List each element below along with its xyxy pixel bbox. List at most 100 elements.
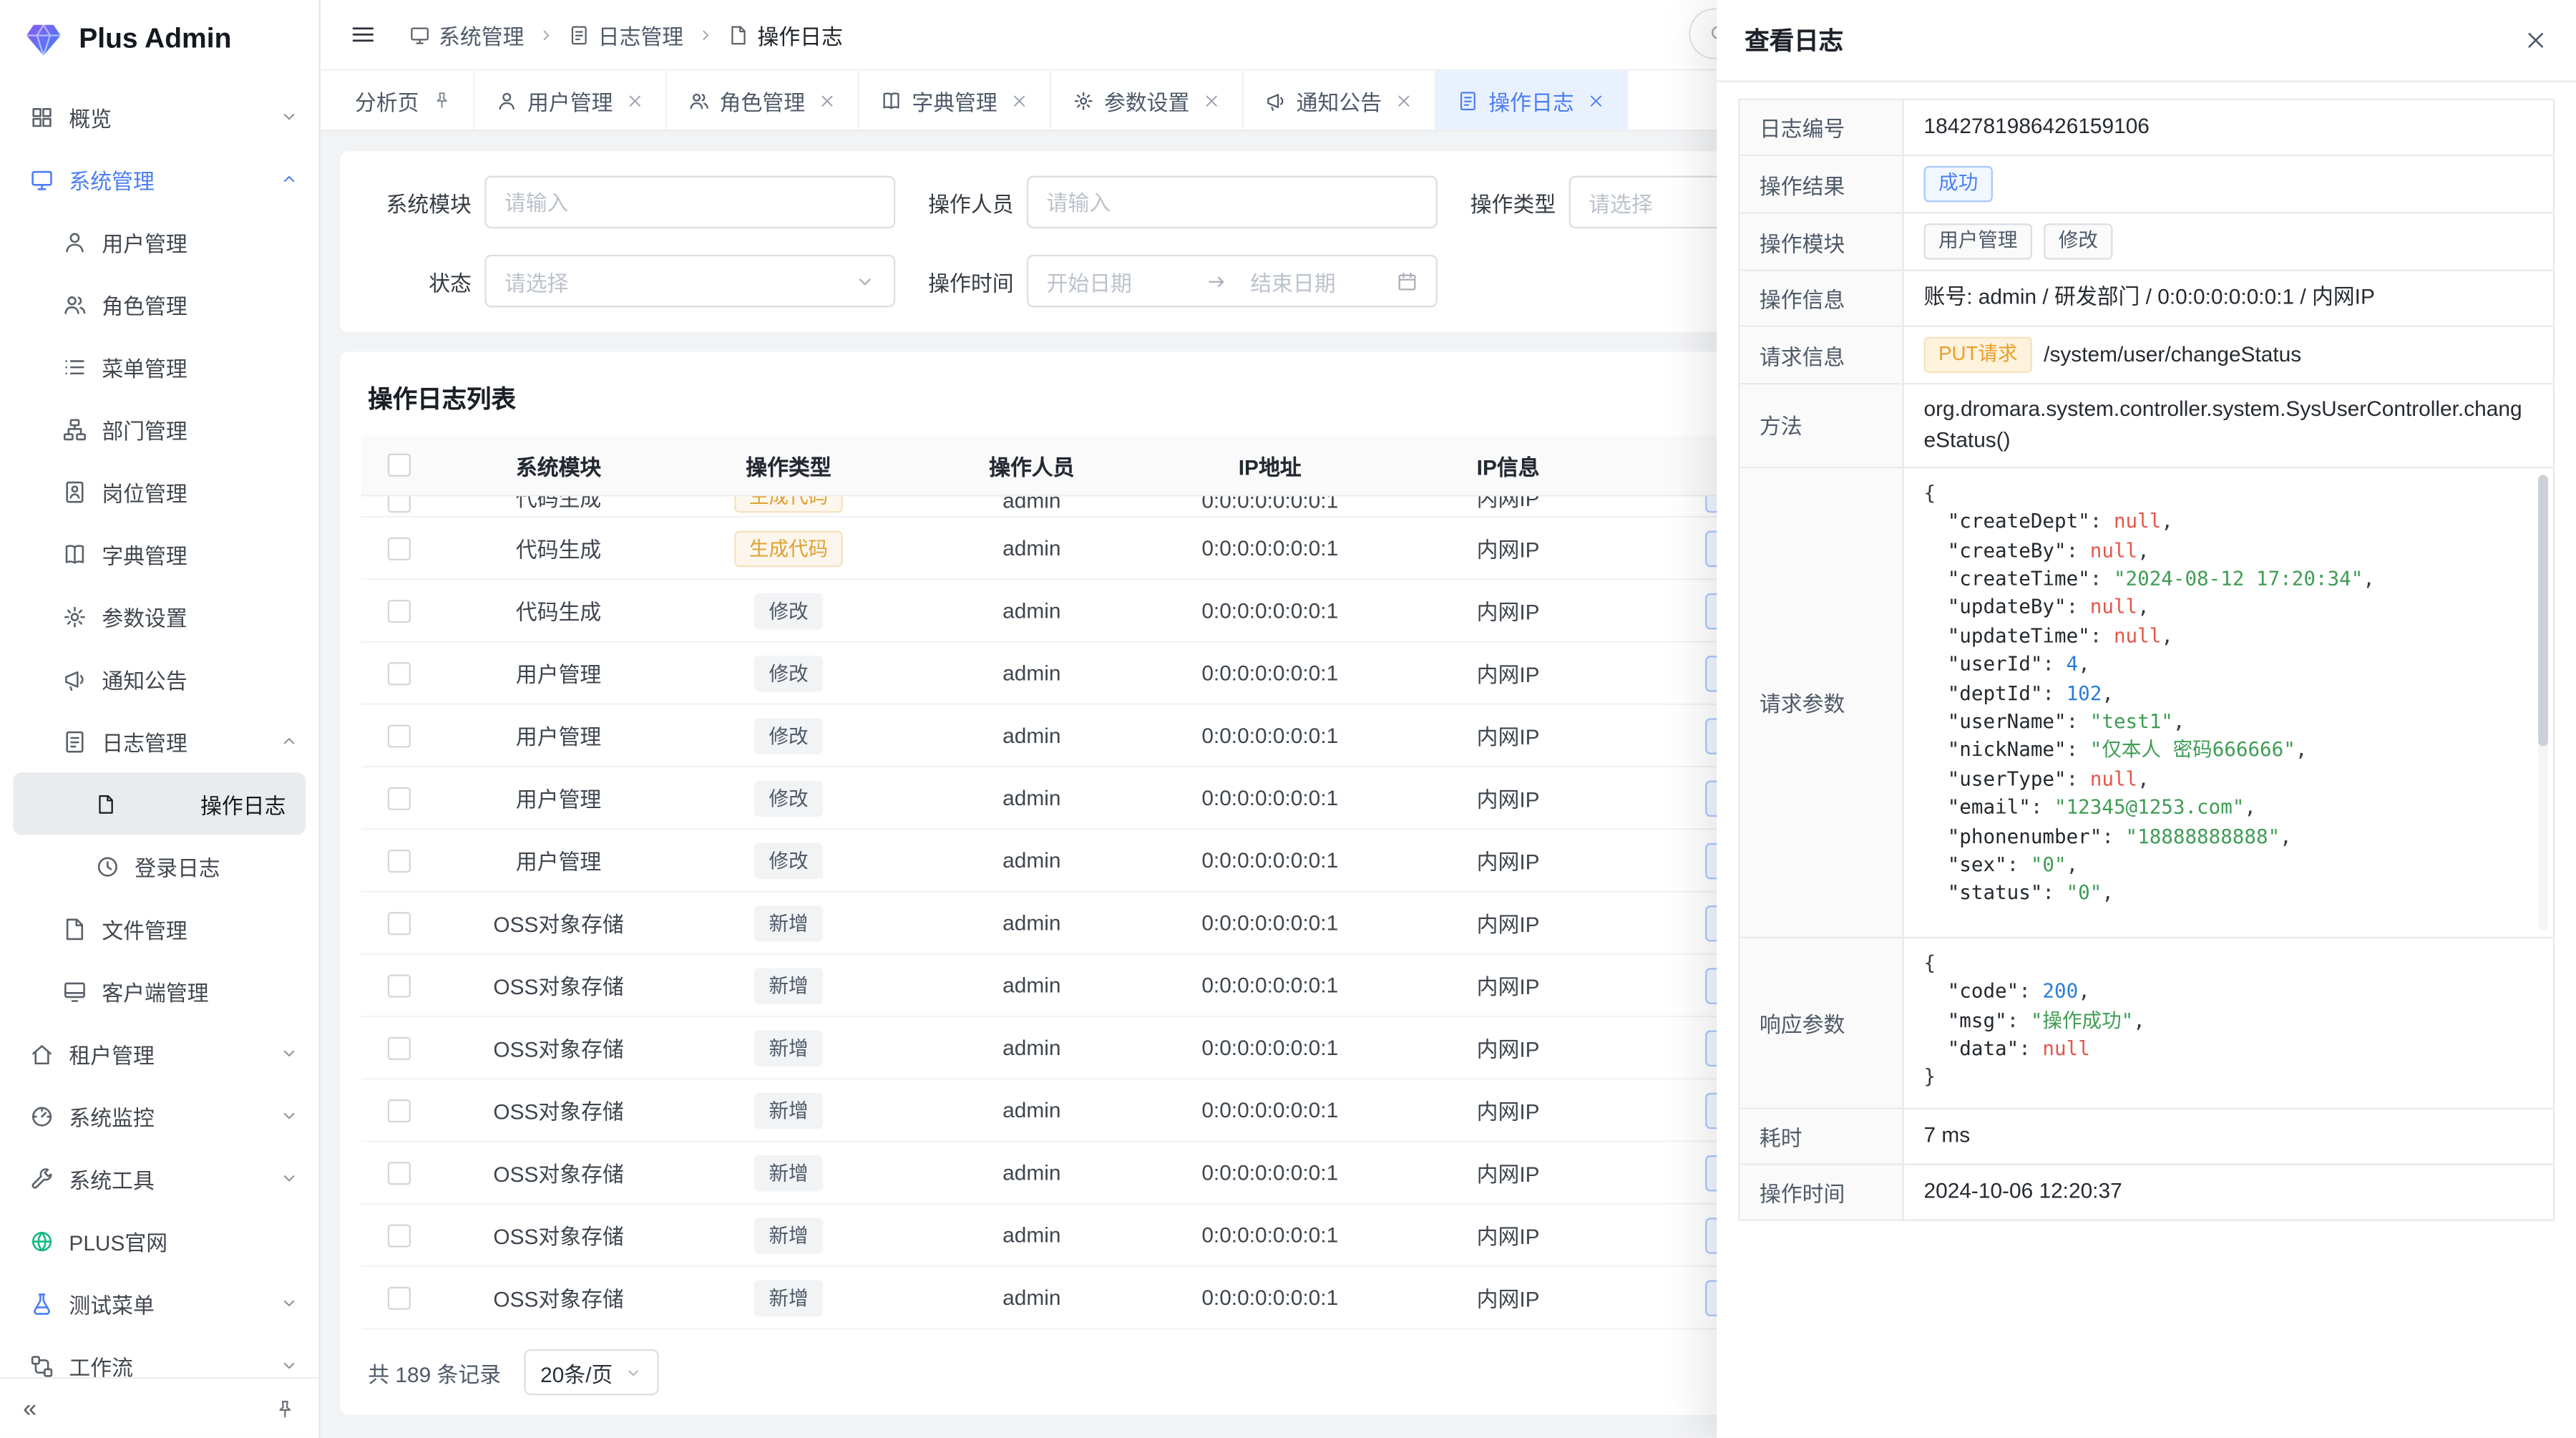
calendar-icon bbox=[1397, 271, 1418, 292]
row-checkbox[interactable] bbox=[388, 496, 411, 512]
chevron-down-icon bbox=[624, 1363, 642, 1381]
tab-operlog[interactable]: 操作日志 bbox=[1436, 71, 1629, 130]
breadcrumb-label: 操作日志 bbox=[757, 19, 842, 50]
sidebar-item-label: 登录日志 bbox=[135, 850, 220, 882]
chevdown-icon bbox=[279, 1356, 299, 1376]
pin-sidebar-icon[interactable] bbox=[274, 1398, 296, 1419]
arrowright-icon bbox=[1206, 271, 1227, 292]
cell-ip-info: 内网IP bbox=[1373, 1032, 1643, 1064]
sidebar-item-tool[interactable]: 系统工具 bbox=[0, 1147, 318, 1210]
filter-status-select[interactable]: 请选择 bbox=[484, 255, 895, 307]
pin-icon[interactable] bbox=[432, 90, 452, 110]
operation-type-tag: 修改 bbox=[754, 842, 823, 879]
cell-ip: 0:0:0:0:0:0:0:1 bbox=[1166, 1035, 1373, 1059]
sidebar-item-role[interactable]: 角色管理 bbox=[0, 273, 318, 335]
badge-icon bbox=[62, 479, 87, 503]
close-icon[interactable] bbox=[818, 91, 836, 109]
collapse-sidebar-button[interactable]: « bbox=[23, 1396, 36, 1420]
breadcrumb-item[interactable]: 操作日志 bbox=[728, 19, 843, 50]
sidebar-item-label: 用户管理 bbox=[102, 226, 187, 258]
sidebar-item-monitor[interactable]: 系统监控 bbox=[0, 1084, 318, 1147]
row-checkbox[interactable] bbox=[388, 1161, 411, 1184]
row-checkbox[interactable] bbox=[388, 724, 411, 747]
row-checkbox[interactable] bbox=[388, 661, 411, 684]
close-icon[interactable] bbox=[1395, 91, 1413, 109]
sidebar-item-operlog[interactable]: 操作日志 bbox=[13, 772, 306, 835]
cell-operator: admin bbox=[897, 661, 1167, 685]
sidebar-item-test[interactable]: 测试菜单 bbox=[0, 1272, 318, 1334]
close-icon[interactable] bbox=[626, 91, 644, 109]
cell-module: OSS对象存储 bbox=[437, 970, 680, 1001]
book-icon bbox=[62, 542, 87, 566]
cell-ip: 0:0:0:0:0:0:0:1 bbox=[1166, 1098, 1373, 1122]
sidebar-item-overview[interactable]: 概览 bbox=[0, 85, 318, 147]
tab-notice[interactable]: 通知公告 bbox=[1244, 71, 1436, 130]
close-icon[interactable] bbox=[1010, 91, 1028, 109]
breadcrumb-item[interactable]: 系统管理 bbox=[409, 19, 525, 50]
tab-dict[interactable]: 字典管理 bbox=[859, 71, 1052, 130]
cell-ip-info: 内网IP bbox=[1373, 1157, 1643, 1188]
tab-analysis[interactable]: 分析页 bbox=[333, 71, 474, 130]
row-checkbox[interactable] bbox=[388, 911, 411, 934]
sidebar-item-menu[interactable]: 菜单管理 bbox=[0, 335, 318, 397]
sidebar-item-notice[interactable]: 通知公告 bbox=[0, 648, 318, 710]
row-checkbox[interactable] bbox=[388, 973, 411, 996]
sidebar-item-label: 概览 bbox=[69, 101, 112, 132]
row-checkbox[interactable] bbox=[388, 1036, 411, 1059]
sidebar-menu: 概览系统管理用户管理角色管理菜单管理部门管理岗位管理字典管理参数设置通知公告日志… bbox=[0, 79, 318, 1377]
scrollbar-thumb[interactable] bbox=[2538, 475, 2548, 746]
breadcrumb-item[interactable]: 日志管理 bbox=[568, 19, 683, 50]
filter-time-range[interactable]: 开始日期结束日期 bbox=[1027, 255, 1438, 307]
sidebar-item-loginlog[interactable]: 登录日志 bbox=[0, 835, 318, 897]
operation-type-tag: 新增 bbox=[754, 1279, 823, 1316]
tab-role[interactable]: 角色管理 bbox=[667, 71, 859, 130]
cell-ip: 0:0:0:0:0:0:0:1 bbox=[1166, 723, 1373, 747]
row-checkbox[interactable] bbox=[388, 1286, 411, 1309]
select-all-checkbox[interactable] bbox=[388, 454, 411, 477]
row-checkbox[interactable] bbox=[388, 537, 411, 560]
sidebar-item-dict[interactable]: 字典管理 bbox=[0, 523, 318, 585]
sidebar-item-user[interactable]: 用户管理 bbox=[0, 210, 318, 273]
client-icon bbox=[62, 978, 87, 1003]
sidebar-item-config[interactable]: 参数设置 bbox=[0, 585, 318, 647]
code-block-request: { "createDept": null, "createBy": null, … bbox=[1904, 468, 2553, 936]
tab-config[interactable]: 参数设置 bbox=[1052, 71, 1244, 130]
hamburger-menu-icon[interactable] bbox=[350, 21, 376, 48]
sidebar-item-logmgr[interactable]: 日志管理 bbox=[0, 710, 318, 772]
sidebar-item-workflow[interactable]: 工作流 bbox=[0, 1334, 318, 1377]
row-checkbox[interactable] bbox=[388, 599, 411, 622]
row-checkbox[interactable] bbox=[388, 849, 411, 872]
sidebar-item-dept[interactable]: 部门管理 bbox=[0, 398, 318, 460]
column-header: 操作人员 bbox=[897, 450, 1167, 481]
drawer-title: 查看日志 bbox=[1745, 23, 1843, 57]
page-size-select[interactable]: 20条/页 bbox=[524, 1349, 658, 1395]
sidebar-item-label: 通知公告 bbox=[102, 663, 187, 694]
row-checkbox[interactable] bbox=[388, 1099, 411, 1122]
field-label: 操作时间 bbox=[1740, 1165, 1904, 1219]
cell-module: 代码生成 bbox=[437, 533, 680, 564]
filter-module-input[interactable] bbox=[484, 176, 895, 228]
sidebar-item-system[interactable]: 系统管理 bbox=[0, 148, 318, 210]
cell-module: OSS对象存储 bbox=[437, 1282, 680, 1313]
globe-icon bbox=[29, 1228, 54, 1253]
close-icon[interactable] bbox=[1587, 91, 1605, 109]
filter-operator-input[interactable] bbox=[1027, 176, 1438, 228]
close-icon[interactable] bbox=[1203, 91, 1221, 109]
sidebar-item-client[interactable]: 客户端管理 bbox=[0, 960, 318, 1022]
cell-operator: admin bbox=[897, 1098, 1167, 1122]
sidebar-item-website[interactable]: PLUS官网 bbox=[0, 1210, 318, 1272]
cell-module: 用户管理 bbox=[437, 782, 680, 814]
chevdown-icon bbox=[279, 1106, 299, 1126]
cell-module: 用户管理 bbox=[437, 657, 680, 689]
tab-label: 字典管理 bbox=[912, 84, 997, 116]
log-details: 日志编号1842781986426159106操作结果成功操作模块用户管理修改操… bbox=[1738, 99, 2555, 1220]
row-checkbox[interactable] bbox=[388, 787, 411, 810]
tab-user[interactable]: 用户管理 bbox=[475, 71, 668, 130]
row-checkbox[interactable] bbox=[388, 1223, 411, 1246]
sidebar-item-post[interactable]: 岗位管理 bbox=[0, 460, 318, 523]
sidebar-item-tenant[interactable]: 租户管理 bbox=[0, 1022, 318, 1084]
sidebar-item-file[interactable]: 文件管理 bbox=[0, 898, 318, 960]
close-drawer-button[interactable] bbox=[2524, 28, 2548, 52]
operation-type-tag: 新增 bbox=[754, 1155, 823, 1191]
field-value: 2024-10-06 12:20:37 bbox=[1924, 1176, 2122, 1207]
